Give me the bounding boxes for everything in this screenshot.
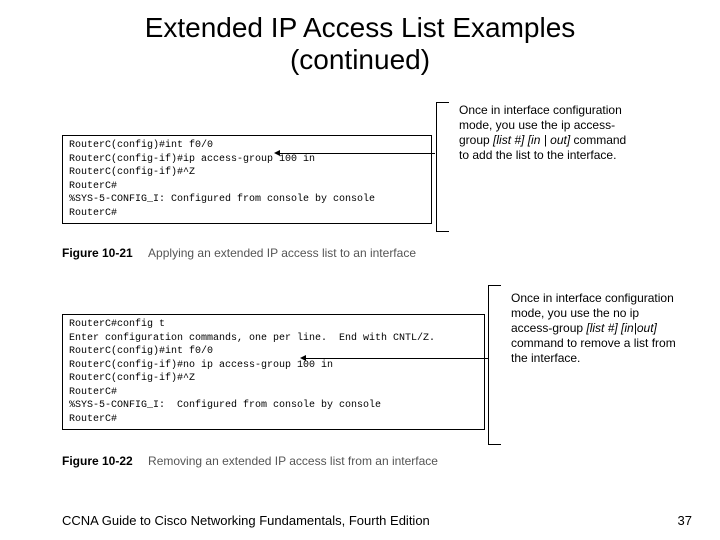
bracket-icon [436,102,449,232]
figure-caption-1: Figure 10-21 Applying an extended IP acc… [62,246,416,260]
callout-note-2: Once in interface configuration mode, yo… [511,291,681,366]
footer-text: CCNA Guide to Cisco Networking Fundament… [62,513,430,528]
title-line1: Extended IP Access List Examples [145,12,576,43]
figure-text-1: Applying an extended IP access list to a… [148,246,416,260]
figure-number-1: Figure 10-21 [62,246,133,260]
figure-text-2: Removing an extended IP access list from… [148,454,438,468]
note1-italic: [list #] [in | out] [493,133,570,147]
title-line2: (continued) [290,44,430,75]
slide: Extended IP Access List Examples (contin… [0,0,720,540]
note2-italic: [list #] [in|out] [586,321,656,335]
terminal-output-1: RouterC(config)#int f0/0 RouterC(config-… [62,135,432,224]
bracket-icon [488,285,501,445]
callout-note-1: Once in interface configuration mode, yo… [459,103,639,163]
terminal-output-2: RouterC#config t Enter configuration com… [62,314,485,430]
arrow-icon [280,153,435,154]
slide-title: Extended IP Access List Examples (contin… [0,12,720,76]
page-number: 37 [678,513,692,528]
arrow-icon [306,358,488,359]
figure-number-2: Figure 10-22 [62,454,133,468]
note2-post: command to remove a list from the interf… [511,336,676,365]
figure-caption-2: Figure 10-22 Removing an extended IP acc… [62,454,438,468]
